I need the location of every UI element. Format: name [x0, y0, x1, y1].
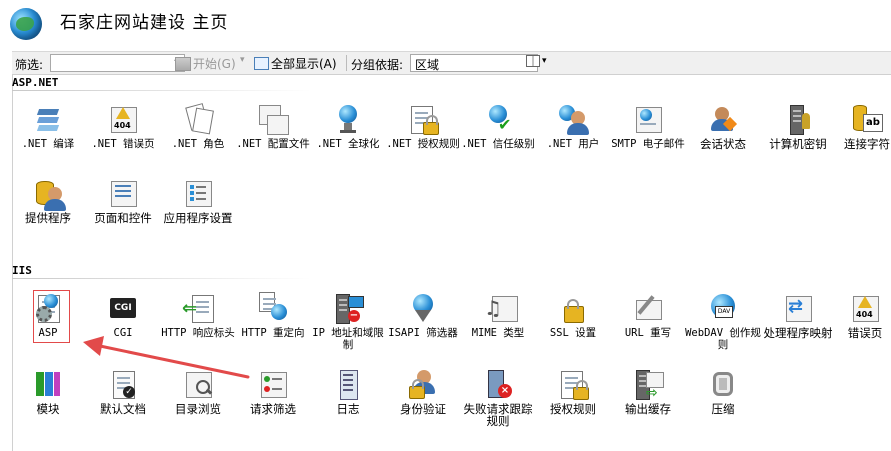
- annotation-arrow: [83, 336, 250, 379]
